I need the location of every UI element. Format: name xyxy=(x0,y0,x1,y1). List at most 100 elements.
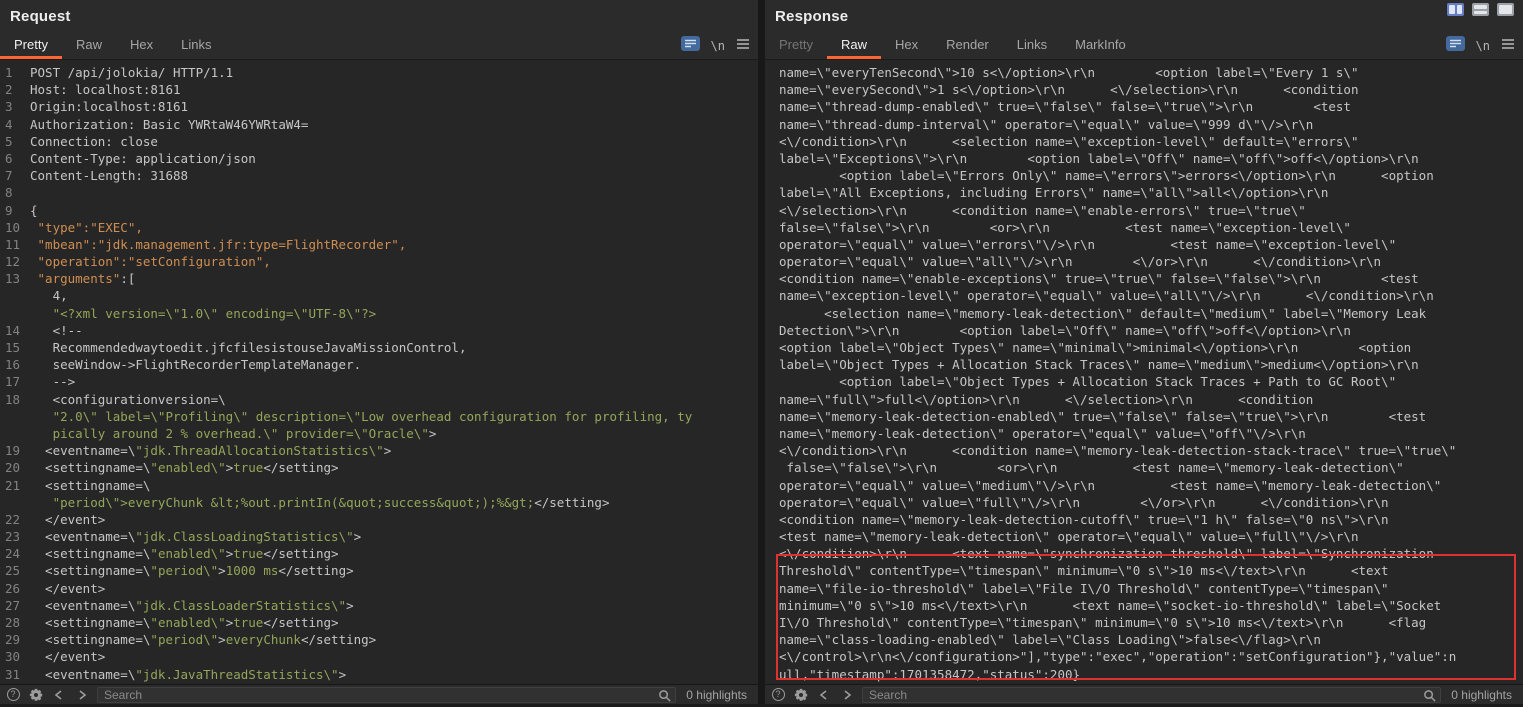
line-number: 30 xyxy=(5,648,30,665)
code-line: label=\"Exceptions\">\r\n <option label=… xyxy=(779,150,1523,167)
request-editor-tools: \n xyxy=(681,32,750,59)
response-editor-tools: \n xyxy=(1446,32,1515,59)
code-line: "operation":"setConfiguration", xyxy=(30,253,758,270)
search-settings-gear-icon[interactable] xyxy=(793,687,809,703)
line-number: 20 xyxy=(5,459,30,476)
word-wrap-icon[interactable] xyxy=(681,36,700,56)
linefeed-toggle[interactable]: \n xyxy=(711,39,725,53)
tab-hex[interactable]: Hex xyxy=(116,32,167,59)
layout-single-button[interactable] xyxy=(1497,3,1514,16)
code-line: "type":"EXEC", xyxy=(30,219,758,236)
code-line: "<?xml version=\"1.0\" encoding=\"UTF-8\… xyxy=(30,305,758,322)
panel-divider[interactable] xyxy=(758,0,765,704)
request-search-field[interactable] xyxy=(97,687,676,703)
tab-raw[interactable]: Raw xyxy=(62,32,116,59)
code-line: "arguments":[ xyxy=(30,270,758,287)
code-line: name=\"full\">full<\/option>\r\n <\/sele… xyxy=(779,391,1523,408)
layout-rows-button[interactable] xyxy=(1472,3,1489,16)
response-code: name=\"everyTenSecond\">10 s<\/option>\r… xyxy=(765,64,1523,684)
editor-menu-icon[interactable] xyxy=(736,37,750,55)
code-line: "mbean":"jdk.management.jfr:type=FlightR… xyxy=(30,236,758,253)
code-line: name=\"memory-leak-detection\" operator=… xyxy=(779,425,1523,442)
code-line: <settingname=\"enabled\">true</setting> xyxy=(30,459,758,476)
prev-match-button[interactable] xyxy=(816,687,832,703)
code-line: { xyxy=(30,202,758,219)
line-number: 3 xyxy=(5,98,30,115)
code-line: operator=\"equal\" value=\"medium\"\/>\r… xyxy=(779,477,1523,494)
request-title: Request xyxy=(10,8,71,25)
code-line: ull,"timestamp":1701358472,"status":200} xyxy=(779,666,1523,683)
response-search-field[interactable] xyxy=(862,687,1441,703)
prev-match-button[interactable] xyxy=(51,687,67,703)
code-line: </event> xyxy=(30,648,758,665)
code-line: <\/condition>\r\n <selection name=\"exce… xyxy=(779,133,1523,150)
line-number xyxy=(5,425,30,442)
linefeed-toggle[interactable]: \n xyxy=(1476,39,1490,53)
request-panel: Request PrettyRawHexLinks \n 12345678910… xyxy=(0,0,758,704)
request-line-numbers: 12345678910111213 1415161718 192021 2223… xyxy=(0,64,30,684)
line-number xyxy=(5,494,30,511)
code-line: name=\"thread-dump-enabled\" true=\"fals… xyxy=(779,98,1523,115)
tab-hex[interactable]: Hex xyxy=(881,32,932,59)
line-number: 26 xyxy=(5,580,30,597)
editor-menu-icon[interactable] xyxy=(1501,37,1515,55)
layout-columns-button[interactable] xyxy=(1447,3,1464,16)
code-line: <condition name=\"enable-exceptions\" tr… xyxy=(779,270,1523,287)
code-line: minimum=\"0 s\">10 ms<\/text>\r\n <text … xyxy=(779,597,1523,614)
request-search-input[interactable] xyxy=(104,688,653,702)
tab-links[interactable]: Links xyxy=(1003,32,1061,59)
next-match-button[interactable] xyxy=(839,687,855,703)
code-line: <option label=\"Errors Only\" name=\"err… xyxy=(779,167,1523,184)
tab-render[interactable]: Render xyxy=(932,32,1003,59)
next-match-button[interactable] xyxy=(74,687,90,703)
code-line: <\/condition>\r\n <text name=\"synchroni… xyxy=(779,545,1523,562)
code-line: Host: localhost:8161 xyxy=(30,81,758,98)
code-line: operator=\"equal\" value=\"full\"\/>\r\n… xyxy=(779,494,1523,511)
response-panel: Response PrettyRawHexRenderLinksMarkInfo… xyxy=(765,0,1523,704)
search-settings-gear-icon[interactable] xyxy=(28,687,44,703)
code-line: false=\"false\">\r\n <or>\r\n <test name… xyxy=(779,459,1523,476)
line-number: 28 xyxy=(5,614,30,631)
code-line: name=\"everyTenSecond\">10 s<\/option>\r… xyxy=(779,64,1523,81)
code-line: Recommendedwaytoedit.jfcfilesistouseJava… xyxy=(30,339,758,356)
code-line xyxy=(30,184,758,201)
code-line: Origin:localhost:8161 xyxy=(30,98,758,115)
line-number: 11 xyxy=(5,236,30,253)
code-line: <settingname=\ xyxy=(30,477,758,494)
response-tabbar: PrettyRawHexRenderLinksMarkInfo \n xyxy=(765,32,1523,60)
response-search-input[interactable] xyxy=(869,688,1418,702)
code-line: <test name=\"memory-leak-detection\" ope… xyxy=(779,528,1523,545)
line-number xyxy=(5,305,30,322)
line-number: 14 xyxy=(5,322,30,339)
code-line: <settingname=\"period\">1000 ms</setting… xyxy=(30,562,758,579)
code-line: <configurationversion=\ xyxy=(30,391,758,408)
request-search-bar: ? 0 highlights xyxy=(0,684,758,704)
code-line: <selection name=\"memory-leak-detection\… xyxy=(779,305,1523,322)
line-number: 17 xyxy=(5,373,30,390)
code-line: <option label=\"Object Types\" name=\"mi… xyxy=(779,339,1523,356)
tab-links[interactable]: Links xyxy=(167,32,225,59)
request-highlight-count: 0 highlights xyxy=(686,688,747,702)
line-number: 21 xyxy=(5,477,30,494)
code-line: <settingname=\"enabled\">true</setting> xyxy=(30,545,758,562)
response-search-bar: ? 0 highlights xyxy=(765,684,1523,704)
request-editor[interactable]: 12345678910111213 1415161718 192021 2223… xyxy=(0,60,758,684)
code-line: <condition name=\"memory-leak-detection-… xyxy=(779,511,1523,528)
code-line: POST /api/jolokia/ HTTP/1.1 xyxy=(30,64,758,81)
line-number: 12 xyxy=(5,253,30,270)
help-icon[interactable]: ? xyxy=(770,687,786,703)
tab-raw[interactable]: Raw xyxy=(827,32,881,59)
code-line: 4, xyxy=(30,287,758,304)
code-line: <settingname=\"enabled\">true</setting> xyxy=(30,614,758,631)
response-title: Response xyxy=(775,8,848,25)
tab-pretty[interactable]: Pretty xyxy=(765,32,827,59)
tab-pretty[interactable]: Pretty xyxy=(0,32,62,59)
help-icon[interactable]: ? xyxy=(5,687,21,703)
code-line: <eventname=\"jdk.ClassLoaderStatistics\"… xyxy=(30,597,758,614)
code-line: <eventname=\"jdk.ClassLoadingStatistics\… xyxy=(30,528,758,545)
code-line: operator=\"equal\" value=\"all\"\/>\r\n … xyxy=(779,253,1523,270)
response-editor[interactable]: name=\"everyTenSecond\">10 s<\/option>\r… xyxy=(765,60,1523,684)
tab-markinfo[interactable]: MarkInfo xyxy=(1061,32,1140,59)
code-line: "2.0\" label=\"Profiling\" description=\… xyxy=(30,408,758,425)
word-wrap-icon[interactable] xyxy=(1446,36,1465,56)
